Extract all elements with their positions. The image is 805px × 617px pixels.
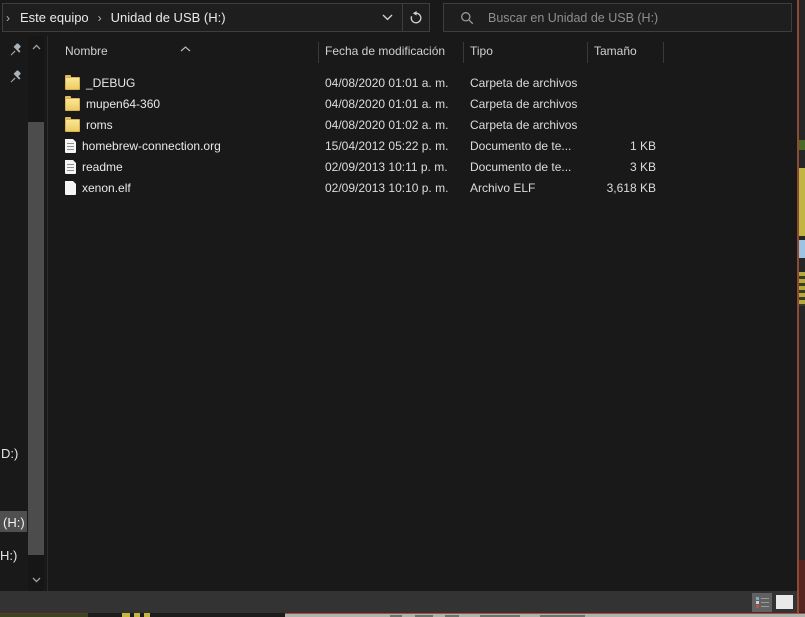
- explorer-window: › Este equipo › Unidad de USB (H:) Busca…: [0, 0, 805, 617]
- file-row[interactable]: mupen64-360 04/08/2020 01:01 a. m. Carpe…: [48, 93, 748, 114]
- details-view-icon: [755, 597, 769, 608]
- search-placeholder: Buscar en Unidad de USB (H:): [488, 10, 659, 25]
- file-row[interactable]: _DEBUG 04/08/2020 01:01 a. m. Carpeta de…: [48, 72, 748, 93]
- chevron-down-icon: [32, 577, 40, 583]
- file-row[interactable]: homebrew-connection.org 15/04/2012 05:22…: [48, 135, 748, 156]
- column-header-nombre[interactable]: Nombre: [48, 44, 318, 58]
- breadcrumb-item-este-equipo[interactable]: Este equipo: [14, 10, 95, 25]
- file-name: xenon.elf: [82, 180, 131, 195]
- pin-icon: [9, 43, 23, 62]
- scrollbar-thumb[interactable]: [28, 122, 44, 555]
- column-header-row: Nombre Fecha de modificación Tipo Tamaño: [48, 44, 663, 58]
- pin-icon: [9, 70, 23, 89]
- status-bar: [0, 591, 797, 613]
- thumbnail-view-icon: [776, 595, 793, 609]
- file-type: Documento de te...: [470, 159, 572, 174]
- file-type-icon: [65, 116, 80, 133]
- search-icon: [460, 11, 474, 25]
- scrollbar-down-button[interactable]: [28, 571, 44, 589]
- file-date: 15/04/2012 05:22 p. m.: [325, 138, 449, 153]
- file-type: Carpeta de archivos: [470, 117, 578, 132]
- details-view-button[interactable]: [752, 593, 772, 612]
- refresh-icon: [410, 10, 422, 23]
- scrollbar-up-button[interactable]: [28, 38, 44, 56]
- breadcrumb-separator: ›: [97, 10, 102, 25]
- thumbnail-view-button[interactable]: [775, 594, 794, 610]
- file-row[interactable]: roms 04/08/2020 01:02 a. m. Carpeta de a…: [48, 114, 748, 135]
- file-name: roms: [86, 117, 113, 132]
- file-date: 02/09/2013 10:10 p. m.: [325, 180, 449, 195]
- file-type-icon: [65, 138, 76, 153]
- column-header-tamano[interactable]: Tamaño: [587, 44, 663, 58]
- column-divider[interactable]: [318, 42, 319, 63]
- file-date: 02/09/2013 10:11 p. m.: [325, 159, 448, 174]
- file-type-icon: [65, 180, 76, 195]
- file-type: Documento de te...: [470, 138, 572, 153]
- breadcrumb-leading-separator: ›: [6, 10, 10, 25]
- sidebar-item-partial-h[interactable]: H:): [0, 548, 17, 563]
- sidebar-scrollbar[interactable]: [28, 36, 44, 591]
- breadcrumb-item-usb-drive[interactable]: Unidad de USB (H:): [105, 10, 232, 25]
- background-sliver-bottom: [0, 613, 805, 617]
- file-list: _DEBUG 04/08/2020 01:01 a. m. Carpeta de…: [48, 72, 748, 198]
- sidebar-item-partial-h-selected[interactable]: (H:): [3, 515, 25, 530]
- file-size: 3,618 KB: [606, 180, 656, 195]
- file-date: 04/08/2020 01:02 a. m.: [325, 117, 449, 132]
- column-divider[interactable]: [663, 42, 664, 63]
- column-divider[interactable]: [587, 42, 588, 63]
- file-row[interactable]: readme 02/09/2013 10:11 p. m. Documento …: [48, 156, 748, 177]
- file-size: 3 KB: [629, 159, 656, 174]
- file-size: 1 KB: [629, 138, 656, 153]
- file-type-icon: [65, 74, 80, 91]
- file-name: mupen64-360: [86, 96, 161, 111]
- background-sliver-right: [799, 0, 805, 617]
- file-name: homebrew-connection.org: [82, 138, 221, 153]
- file-date: 04/08/2020 01:01 a. m.: [325, 75, 449, 90]
- file-type-icon: [65, 159, 76, 174]
- chevron-up-icon: [32, 44, 40, 50]
- address-bar[interactable]: › Este equipo › Unidad de USB (H:): [2, 3, 430, 32]
- file-type-icon: [65, 95, 80, 112]
- file-type: Carpeta de archivos: [470, 96, 578, 111]
- column-divider[interactable]: [463, 42, 464, 63]
- column-header-tipo[interactable]: Tipo: [463, 44, 587, 58]
- file-name: _DEBUG: [86, 75, 136, 90]
- chevron-down-icon: [382, 14, 392, 21]
- search-input[interactable]: Buscar en Unidad de USB (H:): [443, 3, 792, 32]
- file-name: readme: [82, 159, 123, 174]
- file-date: 04/08/2020 01:01 a. m.: [325, 96, 449, 111]
- address-dropdown-button[interactable]: [372, 4, 402, 31]
- refresh-button[interactable]: [403, 4, 429, 31]
- sidebar-item-partial-d[interactable]: D:): [1, 446, 18, 461]
- file-type: Archivo ELF: [470, 180, 536, 195]
- file-row[interactable]: xenon.elf 02/09/2013 10:10 p. m. Archivo…: [48, 177, 748, 198]
- file-type: Carpeta de archivos: [470, 75, 578, 90]
- column-header-fecha[interactable]: Fecha de modificación: [318, 44, 463, 58]
